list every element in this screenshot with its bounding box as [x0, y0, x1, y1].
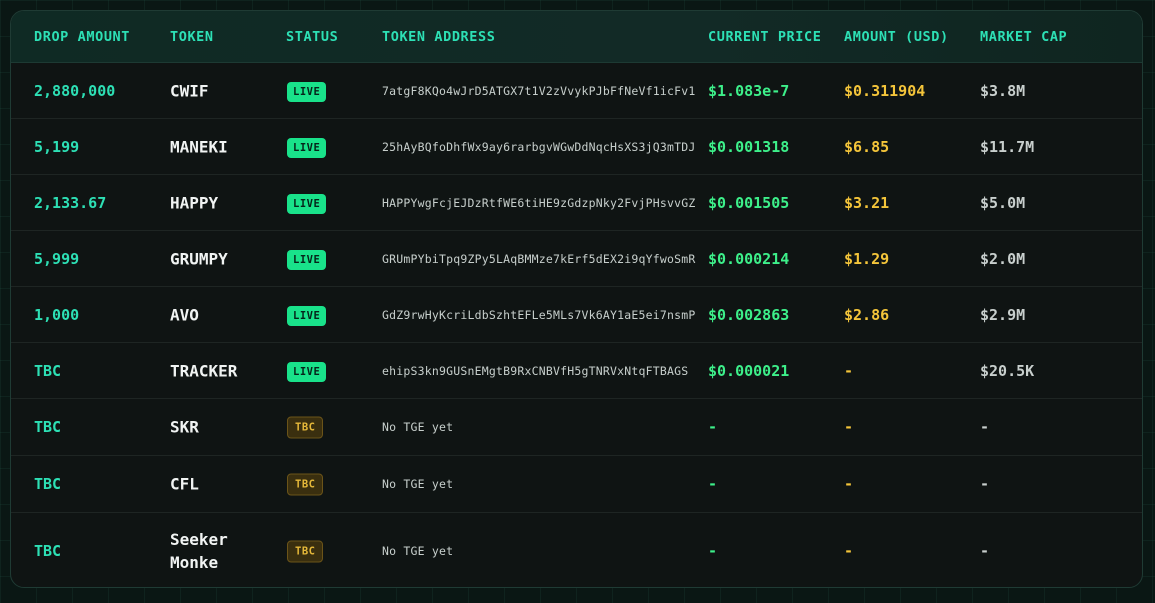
table-row[interactable]: 2,133.67 HAPPY LIVE HAPPYwgFcjEJDzRtfWE6tiH…	[11, 175, 1142, 231]
market-cap: $3.8M	[980, 81, 1026, 100]
table-row[interactable]: TBC CFL TBC No TGE yet - - -	[11, 456, 1142, 513]
status-cell: TBC	[287, 416, 324, 439]
market-cap: $5.0M	[980, 193, 1026, 212]
drop-amount: 2,880,000	[34, 81, 116, 100]
status-cell: TBC	[287, 473, 324, 496]
drop-amount: 2,133.67	[34, 193, 107, 212]
amount-usd: $0.311904	[844, 81, 926, 100]
status-cell: LIVE	[287, 136, 327, 158]
status-badge: LIVE	[287, 305, 327, 326]
status-cell: LIVE	[287, 304, 327, 326]
status-badge: LIVE	[287, 137, 327, 158]
airdrop-table: DROP AMOUNT TOKEN STATUS TOKEN ADDRESS C…	[10, 10, 1143, 588]
amount-usd: $3.21	[844, 193, 890, 212]
token-address[interactable]: HAPPYwgFcjEJDzRtfWE6tiHE9zGdzpNky2FvjPHs…	[382, 196, 695, 210]
status-cell: LIVE	[287, 192, 327, 214]
token-address: No TGE yet	[382, 420, 454, 434]
market-cap: -	[980, 475, 990, 493]
current-price: $1.083e-7	[708, 81, 790, 100]
market-cap: $2.9M	[980, 305, 1026, 324]
status-badge: TBC	[287, 473, 324, 496]
table-row[interactable]: 1,000 AVO LIVE GdZ9rwHyKcriLdbSzhtEFLe5MLs7…	[11, 287, 1142, 343]
table-row[interactable]: 2,880,000 CWIF LIVE 7atgF8KQo4wJrD5ATGX7t1V…	[11, 63, 1142, 119]
current-price: $0.000021	[708, 361, 790, 380]
current-price: $0.002863	[708, 305, 790, 324]
status-badge: LIVE	[287, 361, 327, 382]
current-price: $0.001318	[708, 137, 790, 156]
drop-amount: TBC	[34, 475, 62, 493]
status-cell: LIVE	[287, 360, 327, 382]
amount-usd: -	[844, 475, 854, 493]
token-address[interactable]: 25hAyBQfoDhfWx9ay6rarbgvWGwDdNqcHsXS3jQ3…	[382, 140, 695, 154]
status-badge: LIVE	[287, 81, 327, 102]
token-address[interactable]: 7atgF8KQo4wJrD5ATGX7t1V2zVvykPJbFfNeVf1i…	[382, 84, 695, 98]
token-name: HAPPY	[170, 193, 219, 212]
status-cell: LIVE	[287, 248, 327, 270]
token-address: No TGE yet	[382, 477, 454, 491]
token-name: GRUMPY	[170, 249, 228, 268]
header-drop-amount[interactable]: DROP AMOUNT	[34, 29, 130, 45]
status-badge: LIVE	[287, 249, 327, 270]
table-row[interactable]: TBC SKR TBC No TGE yet - - -	[11, 399, 1142, 456]
token-address[interactable]: GdZ9rwHyKcriLdbSzhtEFLe5MLs7Vk6AY1aE5ei7…	[382, 308, 695, 322]
token-name: Seeker Monke	[170, 530, 228, 572]
status-cell: TBC	[287, 540, 324, 563]
drop-amount: TBC	[34, 542, 62, 560]
amount-usd: -	[844, 418, 854, 436]
amount-usd: -	[844, 361, 854, 380]
status-badge: TBC	[287, 416, 324, 439]
token-address[interactable]: ehipS3kn9GUSnEMgtB9RxCNBVfH5gTNRVxNtqFTB…	[382, 364, 688, 378]
amount-usd: $1.29	[844, 249, 890, 268]
current-price: -	[708, 418, 718, 436]
token-name: CFL	[170, 474, 199, 494]
header-market-cap[interactable]: MARKET CAP	[980, 29, 1067, 45]
amount-usd: $6.85	[844, 137, 890, 156]
header-token[interactable]: TOKEN	[170, 29, 214, 45]
market-cap: -	[980, 418, 990, 436]
drop-amount: 1,000	[34, 305, 80, 324]
drop-amount: 5,199	[34, 137, 80, 156]
status-badge: TBC	[287, 540, 324, 563]
market-cap: $20.5K	[980, 361, 1035, 380]
table-row[interactable]: 5,199 MANEKI LIVE 25hAyBQfoDhfWx9ay6rarbgvW…	[11, 119, 1142, 175]
header-amount-usd[interactable]: AMOUNT (USD)	[844, 29, 949, 45]
table-row[interactable]: TBC Seeker Monke TBC No TGE yet - - -	[11, 513, 1142, 587]
drop-amount: 5,999	[34, 249, 80, 268]
token-address: No TGE yet	[382, 544, 454, 558]
amount-usd: -	[844, 542, 854, 560]
current-price: $0.000214	[708, 249, 790, 268]
current-price: -	[708, 475, 718, 493]
drop-amount: TBC	[34, 361, 62, 380]
header-current-price[interactable]: CURRENT PRICE	[708, 29, 821, 45]
status-cell: LIVE	[287, 80, 327, 102]
market-cap: -	[980, 542, 990, 560]
token-name: SKR	[170, 417, 199, 437]
token-name: TRACKER	[170, 361, 238, 380]
table-header: DROP AMOUNT TOKEN STATUS TOKEN ADDRESS C…	[11, 11, 1142, 63]
drop-amount: TBC	[34, 418, 62, 436]
current-price: -	[708, 542, 718, 560]
token-address[interactable]: GRUmPYbiTpq9ZPy5LAqBMMze7kErf5dEX2i9qYfw…	[382, 252, 695, 266]
token-name: MANEKI	[170, 137, 228, 156]
table-row[interactable]: TBC TRACKER LIVE ehipS3kn9GUSnEMgtB9RxCNBVf…	[11, 343, 1142, 399]
header-status[interactable]: STATUS	[286, 29, 338, 45]
market-cap: $11.7M	[980, 137, 1035, 156]
token-name: AVO	[170, 305, 199, 324]
table-row[interactable]: 5,999 GRUMPY LIVE GRUmPYbiTpq9ZPy5LAqBMMze7…	[11, 231, 1142, 287]
amount-usd: $2.86	[844, 305, 890, 324]
market-cap: $2.0M	[980, 249, 1026, 268]
header-token-address[interactable]: TOKEN ADDRESS	[382, 29, 495, 45]
status-badge: LIVE	[287, 193, 327, 214]
token-name: CWIF	[170, 81, 209, 100]
current-price: $0.001505	[708, 193, 790, 212]
